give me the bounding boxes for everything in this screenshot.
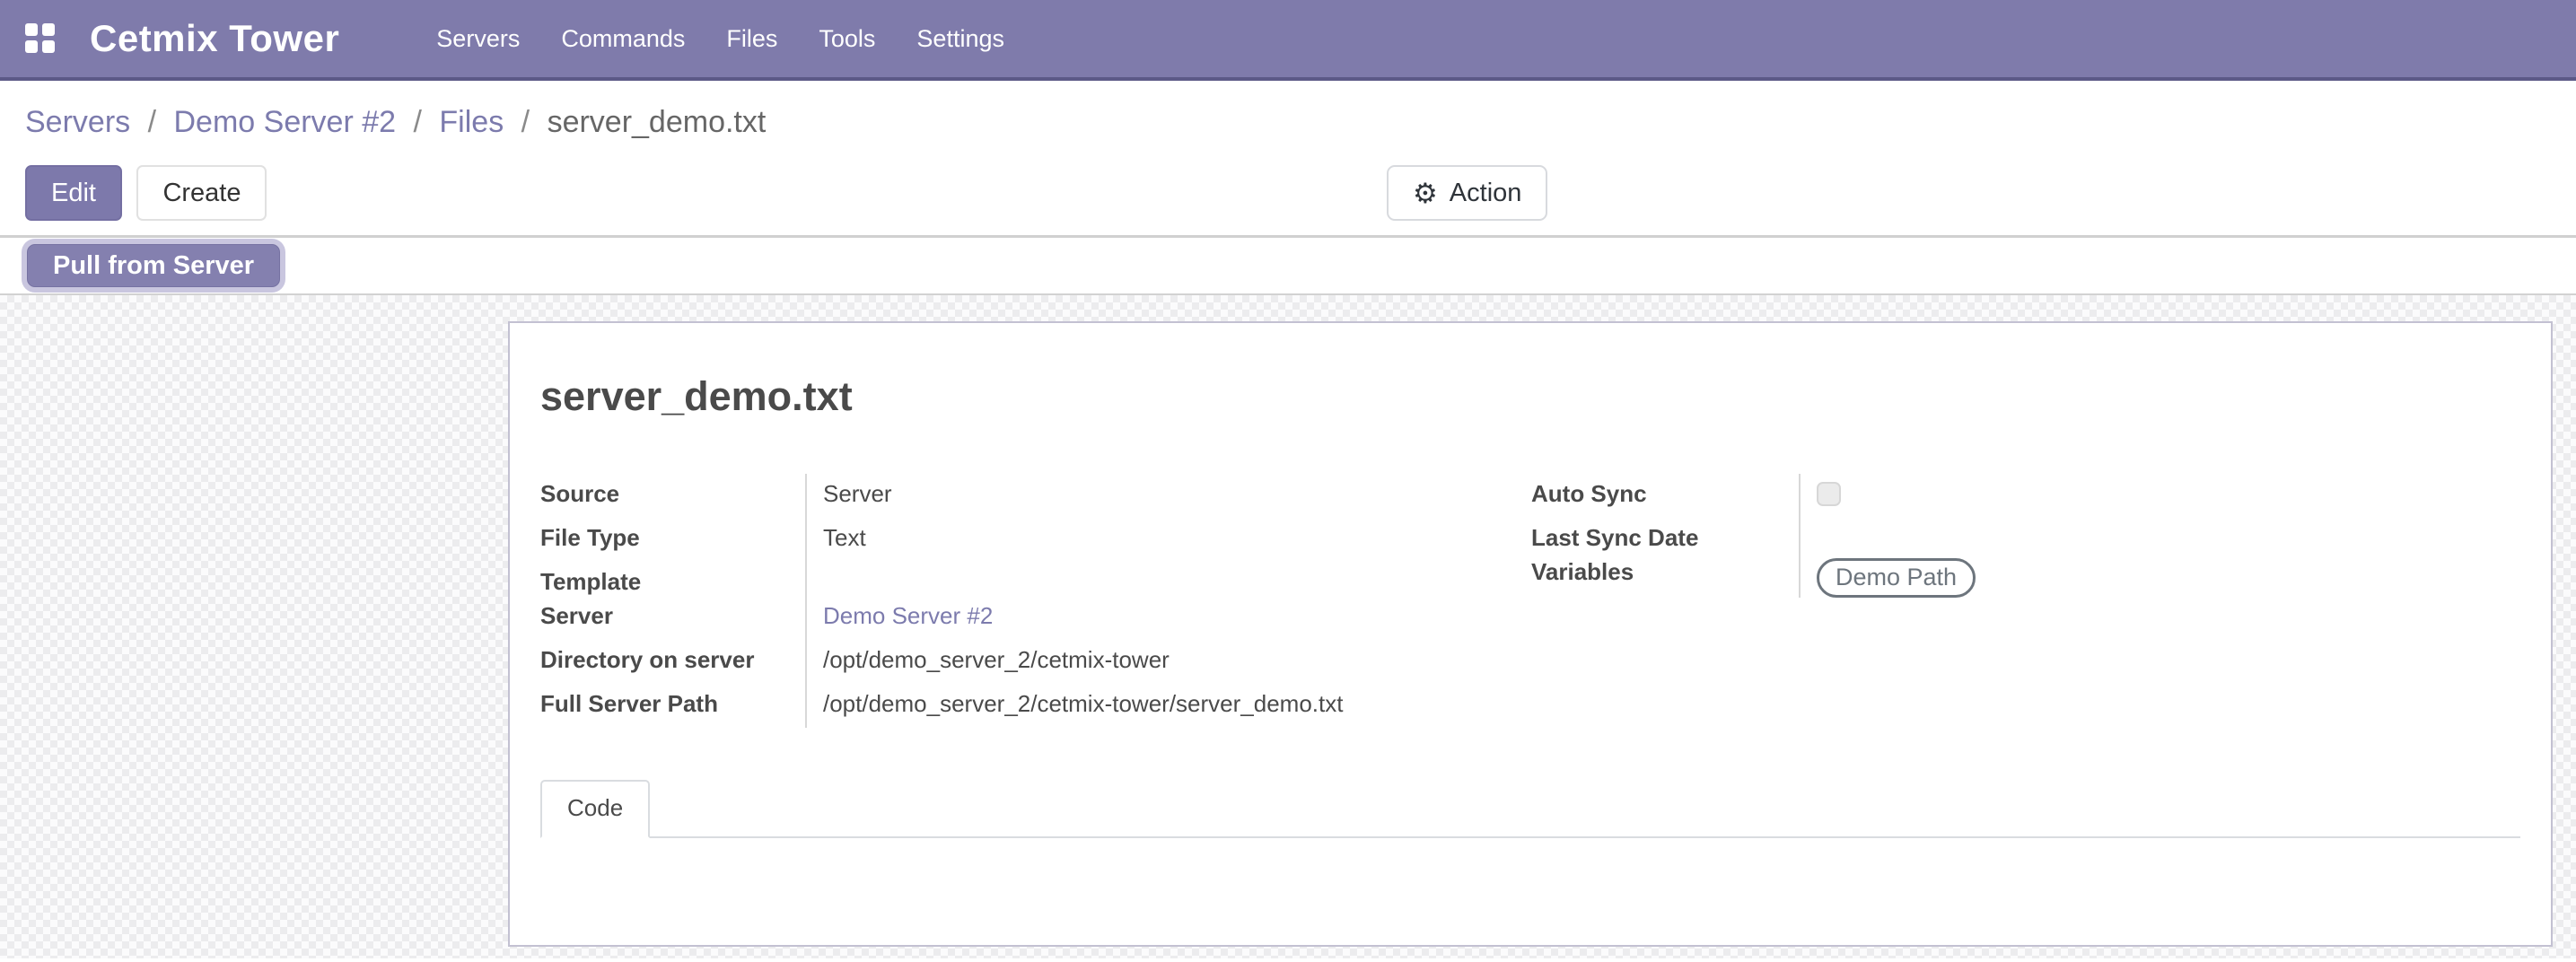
field-row-directory: Directory on server /opt/demo_server_2/c… bbox=[540, 640, 1474, 684]
button-row: Edit Create ⚙ Action bbox=[25, 165, 2576, 221]
breadcrumb: Servers / Demo Server #2 / Files / serve… bbox=[25, 102, 2576, 142]
field-group-right: Auto Sync Last Sync Date Variables Demo … bbox=[1531, 474, 2520, 728]
field-label-auto-sync: Auto Sync bbox=[1531, 474, 1801, 518]
field-group-left: Source Server File Type Text Template Se… bbox=[540, 474, 1474, 728]
gear-icon: ⚙ bbox=[1413, 179, 1438, 207]
field-value-last-sync bbox=[1801, 518, 2520, 552]
field-label-server: Server bbox=[540, 596, 807, 640]
field-row-template: Template bbox=[540, 562, 1474, 596]
action-button[interactable]: ⚙ Action bbox=[1387, 165, 1547, 221]
main-menu: Servers Commands Files Tools Settings bbox=[436, 25, 1004, 53]
form-background: server_demo.txt Source Server File Type … bbox=[0, 295, 2576, 958]
menu-item-servers[interactable]: Servers bbox=[436, 25, 520, 53]
apps-menu-icon[interactable] bbox=[25, 23, 56, 54]
menu-item-commands[interactable]: Commands bbox=[561, 25, 685, 53]
auto-sync-checkbox[interactable] bbox=[1817, 482, 1841, 506]
field-label-directory: Directory on server bbox=[540, 640, 807, 684]
field-row-last-sync: Last Sync Date bbox=[1531, 518, 2520, 552]
server-link[interactable]: Demo Server #2 bbox=[823, 602, 993, 629]
tab-code[interactable]: Code bbox=[540, 780, 650, 838]
field-row-source: Source Server bbox=[540, 474, 1474, 518]
breadcrumb-separator: / bbox=[414, 105, 422, 139]
statusbar: Pull from Server bbox=[0, 238, 2576, 295]
field-row-file-type: File Type Text bbox=[540, 518, 1474, 562]
notebook-tabs: Code bbox=[540, 780, 2520, 838]
edit-button[interactable]: Edit bbox=[25, 165, 122, 221]
menu-item-tools[interactable]: Tools bbox=[819, 25, 875, 53]
action-button-label: Action bbox=[1450, 179, 1522, 208]
field-row-server: Server Demo Server #2 bbox=[540, 596, 1474, 640]
menu-item-files[interactable]: Files bbox=[726, 25, 777, 53]
tab-code-content bbox=[510, 838, 2551, 924]
menu-item-settings[interactable]: Settings bbox=[916, 25, 1004, 53]
breadcrumb-separator: / bbox=[521, 105, 530, 139]
breadcrumb-servers[interactable]: Servers bbox=[25, 105, 130, 139]
field-value-directory: /opt/demo_server_2/cetmix-tower bbox=[807, 640, 1474, 684]
record-title: server_demo.txt bbox=[540, 373, 2520, 420]
breadcrumb-current: server_demo.txt bbox=[548, 105, 767, 139]
field-label-variables: Variables bbox=[1531, 552, 1801, 598]
field-row-auto-sync: Auto Sync bbox=[1531, 474, 2520, 518]
form-sheet: server_demo.txt Source Server File Type … bbox=[508, 321, 2553, 947]
control-panel: Servers / Demo Server #2 / Files / serve… bbox=[0, 81, 2576, 238]
app-brand[interactable]: Cetmix Tower bbox=[90, 17, 339, 60]
breadcrumb-separator: / bbox=[148, 105, 156, 139]
field-row-full-path: Full Server Path /opt/demo_server_2/cetm… bbox=[540, 684, 1474, 728]
field-label-source: Source bbox=[540, 474, 807, 518]
field-value-file-type: Text bbox=[807, 518, 1474, 562]
field-value-full-path: /opt/demo_server_2/cetmix-tower/server_d… bbox=[807, 684, 1474, 728]
field-value-source: Server bbox=[807, 474, 1474, 518]
field-label-file-type: File Type bbox=[540, 518, 807, 562]
create-button[interactable]: Create bbox=[136, 165, 267, 221]
breadcrumb-demo-server[interactable]: Demo Server #2 bbox=[174, 105, 397, 139]
pull-from-server-button[interactable]: Pull from Server bbox=[27, 244, 280, 287]
field-label-template: Template bbox=[540, 562, 807, 596]
field-label-full-path: Full Server Path bbox=[540, 684, 807, 728]
field-value-template bbox=[807, 562, 1474, 596]
breadcrumb-files[interactable]: Files bbox=[439, 105, 504, 139]
variable-tag-demo-path[interactable]: Demo Path bbox=[1817, 558, 1976, 598]
field-label-last-sync: Last Sync Date bbox=[1531, 518, 1801, 552]
field-groups: Source Server File Type Text Template Se… bbox=[540, 474, 2520, 728]
field-row-variables: Variables Demo Path bbox=[1531, 552, 2520, 598]
top-navbar: Cetmix Tower Servers Commands Files Tool… bbox=[0, 0, 2576, 81]
